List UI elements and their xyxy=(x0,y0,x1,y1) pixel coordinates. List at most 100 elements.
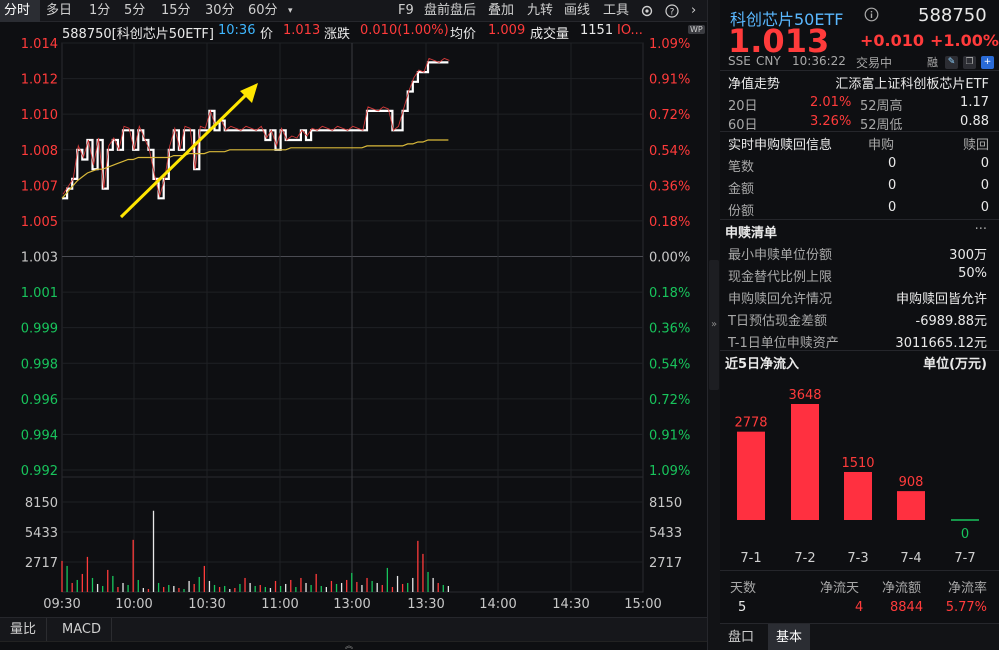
creation-row-value: -6989.88元 xyxy=(916,310,987,329)
realtime-sell: 0 xyxy=(981,200,989,215)
info-circle-icon[interactable] xyxy=(864,7,879,26)
net-inflow-title: 近5日净流入 xyxy=(725,353,799,372)
creation-row-label: 申购赎回允许情况 xyxy=(728,288,832,307)
volume-tick-label: 2717 xyxy=(649,556,682,571)
volume-tick-label: 5433 xyxy=(649,526,682,541)
price-tick-label: 1.005 xyxy=(21,215,58,230)
inflow-date-label: 7-7 xyxy=(954,551,975,566)
inflow-bar xyxy=(844,472,872,520)
panel-resize-handle[interactable]: ︽ xyxy=(0,641,707,650)
realtime-sell: 0 xyxy=(981,178,989,193)
pct-tick-label: 0.18% xyxy=(649,286,690,301)
creation-row-label: T日预估现金差额 xyxy=(728,310,827,329)
time-tick-label: 11:00 xyxy=(261,597,298,612)
pct-tick-label: 0.91% xyxy=(649,73,690,88)
inflow-bar xyxy=(791,404,819,520)
price-tick-label: 1.003 xyxy=(21,251,58,266)
time-tick-label: 10:00 xyxy=(115,597,152,612)
time-tick-label: 09:30 xyxy=(43,597,80,612)
price-change: +0.010 xyxy=(860,31,924,50)
realtime-buy: 0 xyxy=(888,200,896,215)
trend-arrow xyxy=(121,93,248,217)
fund-company: 汇添富上证科创板芯片ETF xyxy=(835,73,989,92)
add-icon[interactable]: + xyxy=(981,56,994,69)
volume-tick-label: 2717 xyxy=(25,556,58,571)
buy-col-header: 申购 xyxy=(868,134,894,153)
inflow-date-label: 7-1 xyxy=(740,551,761,566)
pct-tick-label: 0.91% xyxy=(649,428,690,443)
time-tick-label: 14:00 xyxy=(479,597,516,612)
fund-code: 588750 xyxy=(918,5,987,26)
realtime-buy: 0 xyxy=(888,178,896,193)
inflow-date-label: 7-4 xyxy=(900,551,921,566)
summary-header: 净流率 xyxy=(948,577,987,596)
right-panel-tabs: 盘口 基本 xyxy=(720,623,999,650)
chevron-up-icon[interactable]: ︽ xyxy=(345,640,353,650)
creation-title: 申赎清单 xyxy=(725,222,777,241)
pct-tick-label: 0.54% xyxy=(649,357,690,372)
price-tick-label: 1.010 xyxy=(21,108,58,123)
price-tick-label: 1.007 xyxy=(21,179,58,194)
summary-inflow-days: 4 xyxy=(855,600,863,615)
creation-row-value: 50% xyxy=(958,266,987,281)
net-inflow-bar-chart: 27787-136487-215107-39087-407-7 xyxy=(720,374,999,570)
currency-label: CNY xyxy=(756,54,781,68)
nav-20d-label: 20日 xyxy=(728,95,758,114)
high-52w-value: 1.17 xyxy=(960,95,989,110)
summary-inflow-rate: 5.77% xyxy=(946,600,987,615)
time-tick-label: 15:00 xyxy=(624,597,661,612)
realtime-row-label: 份额 xyxy=(728,200,754,219)
tab-fundamentals[interactable]: 基本 xyxy=(768,624,810,650)
copy-icon[interactable]: ❐ xyxy=(963,56,976,69)
summary-header: 净流天 xyxy=(820,577,859,596)
time-tick-label: 13:30 xyxy=(407,597,444,612)
creation-row-label: 最小申赎单位份额 xyxy=(728,244,832,263)
edit-icon[interactable]: ✎ xyxy=(945,56,958,69)
collapse-panel-icon[interactable]: » xyxy=(709,260,719,390)
chart-panel: 分时 多日 1分 5分 15分 30分 60分 ▾ F9 盘前盘后 叠加 九转 … xyxy=(0,0,707,650)
pct-tick-label: 0.54% xyxy=(649,144,690,159)
creation-row-value: 申购赎回皆允许 xyxy=(896,288,987,307)
tab-orderbook[interactable]: 盘口 xyxy=(720,624,762,650)
net-inflow-unit: 单位(万元) xyxy=(923,353,987,372)
price-tick-label: 0.996 xyxy=(21,393,58,408)
inflow-date-label: 7-3 xyxy=(847,551,868,566)
price-tick-label: 0.998 xyxy=(21,357,58,372)
price-tick-label: 1.001 xyxy=(21,286,58,301)
inflow-value-label: 908 xyxy=(899,475,924,490)
inflow-bar xyxy=(737,432,765,520)
nav-trend-link[interactable]: 净值走势 xyxy=(728,73,780,92)
creation-row-label: T-1日单位申赎资产 xyxy=(728,332,839,351)
pct-tick-label: 0.72% xyxy=(649,108,690,123)
pct-tick-label: 0.36% xyxy=(649,322,690,337)
realtime-buy: 0 xyxy=(888,156,896,171)
pct-tick-label: 0.18% xyxy=(649,215,690,230)
realtime-sell: 0 xyxy=(981,156,989,171)
time-tick-label: 10:30 xyxy=(188,597,225,612)
inflow-bar xyxy=(897,491,925,520)
volume-tick-label: 5433 xyxy=(25,526,58,541)
creation-row-value: 300万 xyxy=(949,244,987,263)
realtime-row-label: 金额 xyxy=(728,178,754,197)
pct-tick-label: 0.72% xyxy=(649,393,690,408)
price-change-pct: +1.00% xyxy=(930,31,999,50)
price-tick-label: 1.012 xyxy=(21,73,58,88)
exchange-label: SSE xyxy=(728,54,751,68)
tab-volume-ratio[interactable]: 量比 xyxy=(0,618,47,642)
low-52w-value: 0.88 xyxy=(960,114,989,129)
pct-tick-label: 1.09% xyxy=(649,464,690,479)
nav-20d-value: 2.01% xyxy=(810,95,851,110)
summary-header: 净流额 xyxy=(882,577,921,596)
inflow-value-label: 3648 xyxy=(788,388,821,403)
intraday-chart[interactable]: 1.0141.09%1.0120.91%1.0100.72%1.0080.54%… xyxy=(0,0,707,617)
price-tick-label: 0.999 xyxy=(21,322,58,337)
tab-macd[interactable]: MACD xyxy=(52,618,112,642)
summary-days: 5 xyxy=(738,600,746,615)
inflow-value-label: 0 xyxy=(961,527,969,542)
more-icon[interactable]: ··· xyxy=(975,222,987,237)
volume-tick-label: 8150 xyxy=(25,496,58,511)
time-tick-label: 14:30 xyxy=(552,597,589,612)
price-tick-label: 0.994 xyxy=(21,428,58,443)
high-52w-label: 52周高 xyxy=(860,95,903,114)
realtime-row-label: 笔数 xyxy=(728,156,754,175)
